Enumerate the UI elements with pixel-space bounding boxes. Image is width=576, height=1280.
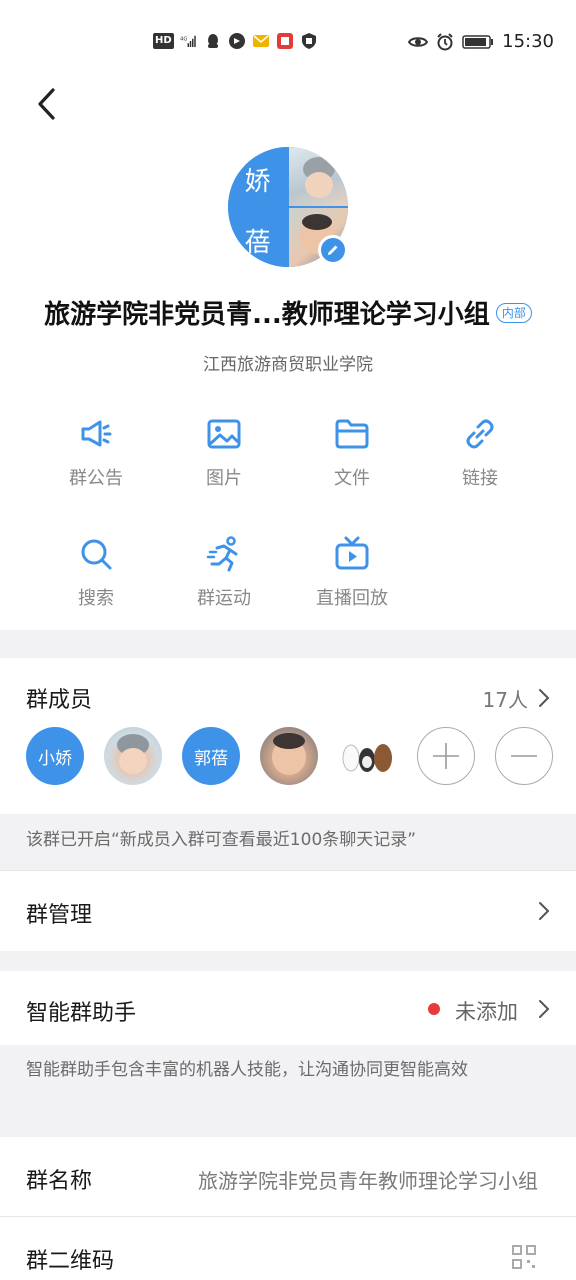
signal-icon: 4G: [180, 35, 196, 47]
qr-code-icon: [512, 1245, 536, 1269]
group-title[interactable]: 旅游学院非党员青...教师理论学习小组: [44, 294, 490, 331]
member-avatar-photo-2[interactable]: [260, 727, 318, 785]
megaphone-icon: [81, 420, 112, 447]
group-name-value: 旅游学院非党员青年教师理论学习小组: [198, 1169, 538, 1193]
chevron-right-icon[interactable]: [538, 688, 550, 708]
running-icon: [206, 536, 238, 572]
add-member-button[interactable]: [417, 727, 475, 785]
section-separator: [0, 951, 576, 971]
remove-member-button[interactable]: [495, 727, 553, 785]
mail-icon: [252, 35, 269, 47]
minus-icon: [511, 755, 537, 757]
avatar-tile-photo-baby-hat: [289, 147, 348, 206]
avatar-char-1: 娇: [244, 167, 271, 197]
tv-play-icon: [335, 536, 369, 570]
members-count[interactable]: 17人: [483, 684, 528, 713]
group-title-row: 旅游学院非党员青...教师理论学习小组 内部: [0, 294, 576, 331]
member-name: 小娇: [38, 748, 72, 769]
clock: 15:30: [502, 31, 554, 52]
assistant-status: 未添加: [455, 1000, 518, 1024]
bears-icon: [342, 744, 392, 772]
qq-icon: [207, 34, 218, 48]
feature-label: 群运动: [197, 588, 251, 609]
avatar-tile-bei: 蓓: [228, 208, 287, 267]
members-label: 群成员: [26, 688, 93, 713]
internal-badge: 内部: [495, 302, 532, 323]
feature-label: 链接: [462, 468, 498, 489]
chevron-right-icon: [539, 902, 550, 920]
qr-code-label: 群二维码: [26, 1249, 115, 1274]
section-separator: [0, 630, 576, 658]
qr-code-row[interactable]: 群二维码: [0, 1217, 576, 1280]
group-name-label: 群名称: [26, 1169, 93, 1194]
link-icon: [466, 419, 494, 449]
hd-badge: HD: [153, 33, 174, 49]
shield-hand-icon: [301, 33, 316, 49]
feature-images[interactable]: 图片: [160, 414, 288, 490]
feature-links[interactable]: 链接: [416, 414, 544, 490]
feature-label: 搜索: [78, 588, 114, 609]
image-icon: [207, 419, 241, 449]
member-name: 郭蓓: [194, 748, 228, 769]
history-notice: 该群已开启“新成员入群可查看最近100条聊天记录”: [0, 814, 576, 870]
assistant-description: 智能群助手包含丰富的机器人技能，让沟通协同更智能高效: [0, 1045, 576, 1137]
feature-group-sport[interactable]: 群运动: [160, 534, 288, 610]
search-icon: [81, 539, 112, 570]
folder-icon: [335, 419, 369, 449]
feature-live-replay[interactable]: 直播回放: [288, 534, 416, 610]
feature-announcement[interactable]: 群公告: [32, 414, 160, 490]
eye-icon: [408, 36, 429, 47]
app-notification-icon: [228, 33, 245, 49]
avatar-char-2: 蓓: [244, 228, 271, 258]
assistant-label: 智能群助手: [26, 1001, 137, 1026]
member-avatar-photo-1[interactable]: [104, 727, 162, 785]
feature-label: 直播回放: [316, 588, 388, 609]
organization-name: 江西旅游商贸职业学院: [203, 355, 373, 375]
group-avatar[interactable]: 娇 蓓: [228, 147, 348, 267]
feature-label: 群公告: [69, 468, 123, 489]
feature-files[interactable]: 文件: [288, 414, 416, 490]
member-avatar-bears-sticker[interactable]: [338, 727, 396, 785]
alarm-icon: [437, 32, 453, 50]
svg-text:4G: 4G: [180, 36, 187, 42]
group-name-row[interactable]: 群名称 旅游学院非党员青年教师理论学习小组: [0, 1137, 576, 1217]
back-button[interactable]: [28, 82, 64, 126]
status-left-icons: HD 4G: [153, 32, 318, 50]
plus-icon: [433, 743, 459, 769]
feature-label: 文件: [334, 468, 370, 489]
red-dot-indicator: [428, 1003, 440, 1015]
status-right-icons: 15:30: [408, 31, 554, 52]
avatar-tile-jiao: 娇: [228, 147, 287, 206]
chevron-left-icon: [38, 88, 55, 120]
member-avatar-xiaojiao[interactable]: 小娇: [26, 727, 84, 785]
chevron-right-icon: [539, 1000, 550, 1018]
edit-avatar-button[interactable]: [318, 235, 348, 265]
member-avatar-guobei[interactable]: 郭蓓: [182, 727, 240, 785]
group-management-label: 群管理: [26, 903, 93, 928]
group-management-row[interactable]: 群管理: [0, 871, 576, 951]
assistant-row[interactable]: 智能群助手 未添加: [0, 971, 576, 1045]
pencil-icon: [328, 245, 338, 255]
status-bar: HD 4G 15:30: [0, 0, 576, 86]
battery-icon: [462, 34, 494, 49]
red-app-icon: [276, 33, 293, 49]
feature-search[interactable]: 搜索: [32, 534, 160, 610]
feature-label: 图片: [206, 468, 242, 489]
